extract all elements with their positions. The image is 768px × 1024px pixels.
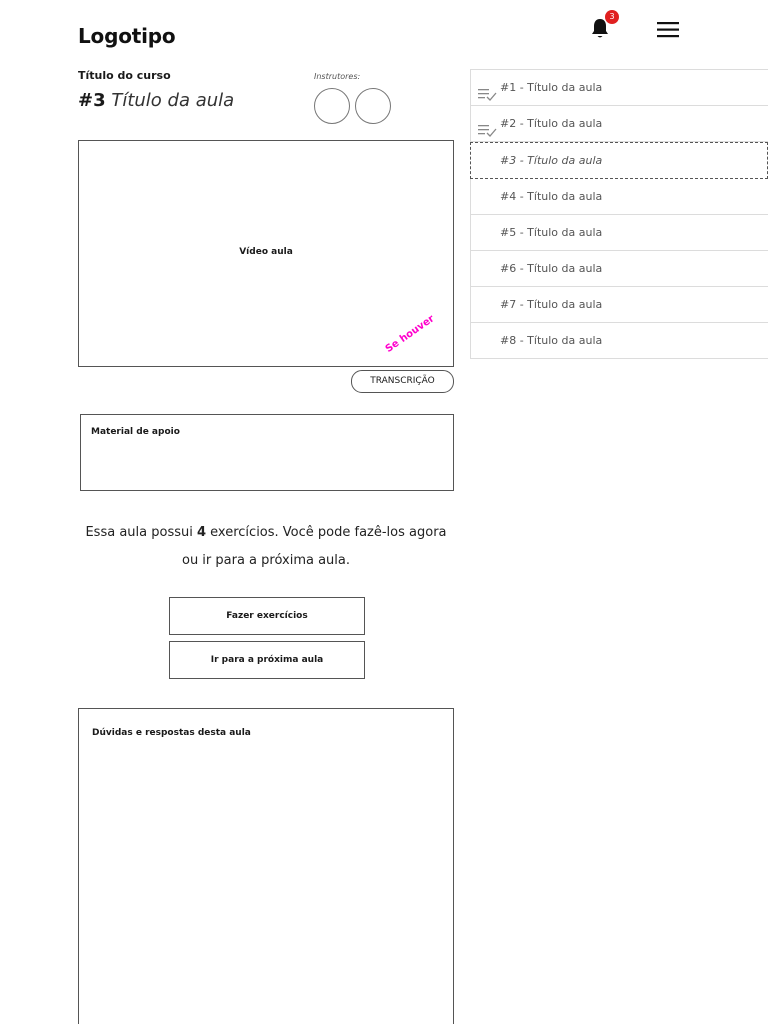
exercise-text-before: Essa aula possui	[85, 525, 197, 540]
lesson-list-item[interactable]: #5 - Título da aula	[470, 215, 768, 251]
support-material-panel: Material de apoio	[80, 414, 454, 491]
lesson-list-item[interactable]: #1 - Título da aula	[470, 69, 768, 106]
qa-label: Dúvidas e respostas desta aula	[92, 728, 251, 738]
page: Logotipo 3 Título do curso #3 Título da …	[0, 0, 768, 1024]
lesson-heading: #3 Título da aula	[78, 90, 234, 111]
playlist-check-icon	[477, 81, 497, 101]
qa-panel: Dúvidas e respostas desta aula	[78, 708, 454, 1024]
hamburger-menu-icon[interactable]	[656, 20, 680, 40]
exercise-count: 4	[196, 525, 207, 540]
lesson-list-item[interactable]: #8 - Título da aula	[470, 323, 768, 359]
lesson-list-item[interactable]: #2 - Título da aula	[470, 106, 768, 142]
lesson-item-label: #5 - Título da aula	[500, 226, 603, 239]
lesson-title: Título da aula	[111, 90, 235, 111]
lesson-item-label: #8 - Título da aula	[500, 334, 603, 347]
notification-count-badge: 3	[605, 10, 619, 24]
exercise-info-text: Essa aula possui 4 exercícios. Você pode…	[78, 519, 454, 575]
support-material-label: Material de apoio	[91, 427, 180, 437]
logo[interactable]: Logotipo	[78, 24, 176, 48]
instructor-avatar[interactable]	[355, 88, 391, 124]
lesson-list-item[interactable]: #4 - Título da aula	[470, 179, 768, 215]
lesson-list: #1 - Título da aula #2 - Título da aula …	[470, 69, 768, 359]
transcript-button[interactable]: TRANSCRIÇÃO	[351, 370, 454, 393]
video-label: Vídeo aula	[239, 247, 293, 257]
lesson-item-label: #3 - Título da aula	[500, 154, 603, 167]
playlist-check-icon	[477, 117, 497, 137]
lesson-list-item-current[interactable]: #3 - Título da aula	[470, 142, 768, 179]
lesson-item-label: #6 - Título da aula	[500, 262, 603, 275]
do-exercises-button[interactable]: Fazer exercícios	[169, 597, 365, 635]
exercise-text-after: exercícios. Você pode fazê-los agora ou …	[181, 525, 447, 568]
lesson-item-label: #7 - Título da aula	[500, 298, 603, 311]
course-title: Título do curso	[78, 69, 171, 82]
lesson-list-item[interactable]: #6 - Título da aula	[470, 251, 768, 287]
next-lesson-button[interactable]: Ir para a próxima aula	[169, 641, 365, 679]
instructors-label: Instrutores:	[314, 72, 361, 81]
lesson-item-label: #4 - Título da aula	[500, 190, 603, 203]
lesson-number: #3	[78, 90, 106, 111]
video-player[interactable]: Vídeo aula	[78, 140, 454, 367]
lesson-item-label: #1 - Título da aula	[500, 81, 603, 94]
instructor-avatar[interactable]	[314, 88, 350, 124]
lesson-item-label: #2 - Título da aula	[500, 117, 603, 130]
lesson-list-item[interactable]: #7 - Título da aula	[470, 287, 768, 323]
